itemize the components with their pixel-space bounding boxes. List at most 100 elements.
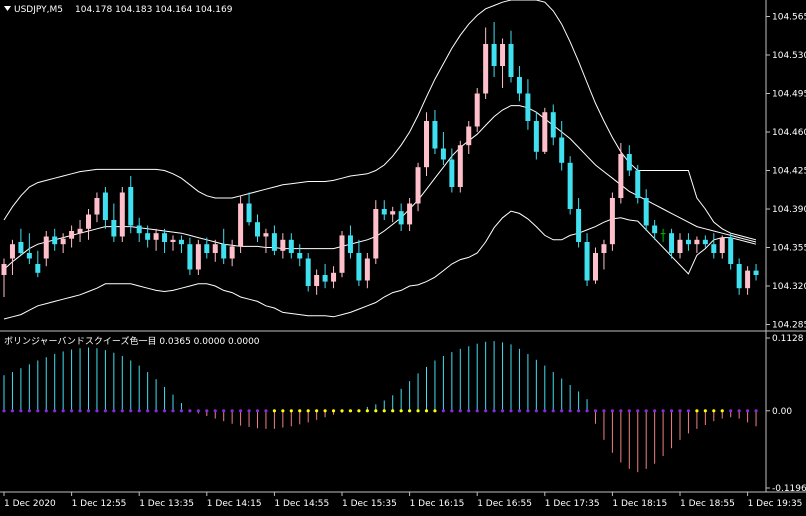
price-tick-label: 104.390 — [772, 205, 806, 215]
candle-body — [221, 244, 227, 259]
candle-body — [415, 167, 421, 204]
candle-body — [102, 192, 108, 220]
candle-body — [601, 244, 607, 253]
squeeze-dot — [593, 409, 598, 413]
chart-header: USDJPY,M5 104.178 104.183 104.164 104.16… — [4, 5, 233, 15]
squeeze-dot — [492, 409, 496, 413]
squeeze-dot — [365, 409, 369, 413]
candle-body — [288, 239, 294, 253]
squeeze-dot — [298, 409, 302, 413]
squeeze-dot — [230, 409, 234, 413]
price-tick-label: 104.320 — [772, 282, 806, 292]
squeeze-dot — [416, 409, 420, 413]
time-tick-label: 1 Dec 16:15 — [410, 499, 465, 509]
squeeze-dot — [695, 409, 699, 413]
squeeze-dot — [348, 409, 353, 413]
candle-body — [618, 154, 624, 198]
squeeze-dot — [627, 409, 631, 413]
candle-body — [508, 44, 514, 77]
indicator-tick-label: 0.1128 — [772, 334, 804, 344]
candle-body — [652, 225, 658, 234]
squeeze-dot — [70, 409, 74, 413]
squeeze-dot — [10, 409, 15, 413]
time-tick-label: 1 Dec 2020 — [4, 499, 56, 509]
candle-body — [69, 231, 75, 239]
squeeze-dot — [86, 409, 91, 413]
price-tick-label: 104.285 — [772, 321, 806, 331]
chart-root: 104.565 104.530 104.495 104.460 104.425 104.3… — [0, 0, 806, 516]
squeeze-dot — [526, 409, 530, 413]
candle-body — [153, 233, 159, 240]
squeeze-dot — [247, 409, 251, 413]
squeeze-dot — [53, 409, 57, 413]
candle-body — [212, 244, 218, 253]
squeeze-dot — [661, 409, 665, 413]
candle-body — [694, 239, 700, 245]
candle-body — [491, 44, 497, 66]
squeeze-dot — [61, 409, 65, 413]
squeeze-dot — [315, 409, 319, 413]
squeeze-dot — [272, 409, 276, 413]
candle-body — [500, 44, 506, 66]
candle-body — [635, 170, 641, 198]
candle-body — [280, 239, 286, 251]
candle-body — [593, 253, 598, 281]
candle-body — [685, 239, 691, 245]
squeeze-dot — [391, 409, 395, 413]
candle-body — [18, 242, 24, 253]
squeeze-dot — [162, 409, 167, 413]
squeeze-dot — [517, 409, 522, 413]
candle-body — [339, 235, 345, 273]
candle-body — [381, 209, 387, 215]
time-tick-label: 1 Dec 19:35 — [748, 499, 803, 509]
candle-body — [609, 198, 615, 245]
squeeze-dot — [712, 409, 716, 413]
squeeze-dot — [746, 409, 750, 413]
squeeze-dot — [205, 409, 209, 413]
candle-body — [94, 198, 100, 215]
squeeze-dot — [467, 409, 471, 413]
candle-body — [111, 220, 117, 237]
squeeze-dot — [146, 409, 150, 413]
squeeze-dot — [95, 409, 99, 413]
candle-body — [297, 253, 303, 259]
squeeze-dot — [551, 409, 555, 413]
squeeze-dot — [2, 409, 6, 413]
time-tick-label: 1 Dec 16:55 — [477, 499, 532, 509]
candle-body — [542, 112, 548, 152]
squeeze-dot — [408, 409, 412, 413]
squeeze-dot — [534, 409, 538, 413]
squeeze-dot — [399, 409, 403, 413]
squeeze-dot — [424, 409, 429, 413]
squeeze-dot — [653, 409, 657, 413]
candle-body — [364, 258, 370, 281]
time-tick-label: 1 Dec 18:55 — [680, 499, 735, 509]
candle-body — [483, 44, 489, 94]
candle-body — [246, 203, 252, 223]
squeeze-dot — [450, 409, 454, 413]
squeeze-dot — [357, 409, 361, 413]
squeeze-dot — [306, 409, 310, 413]
price-tick-label: 104.495 — [772, 90, 806, 100]
candle-body — [136, 225, 142, 234]
indicator-title: ボリンジャーバンドスクイーズ色一目 0.0365 0.0000 0.0000 — [4, 335, 260, 347]
candle — [238, 195, 244, 253]
squeeze-dot — [458, 409, 462, 413]
squeeze-dot — [509, 409, 513, 413]
chart-background — [0, 0, 806, 516]
candle-body — [195, 244, 201, 270]
candle-body — [753, 270, 759, 275]
candle-body — [26, 253, 32, 259]
indicator-tick-label: -0.1196 — [772, 484, 806, 494]
candle-body — [626, 154, 632, 171]
candle-body — [373, 209, 379, 259]
candle-body — [449, 159, 455, 187]
candle-body — [204, 244, 210, 253]
candle-body — [331, 272, 337, 282]
squeeze-dot — [382, 409, 386, 413]
candle-body — [711, 244, 717, 253]
squeeze-dot — [577, 409, 581, 413]
squeeze-dot — [281, 409, 285, 413]
candle — [339, 231, 345, 278]
squeeze-dot — [433, 409, 437, 413]
